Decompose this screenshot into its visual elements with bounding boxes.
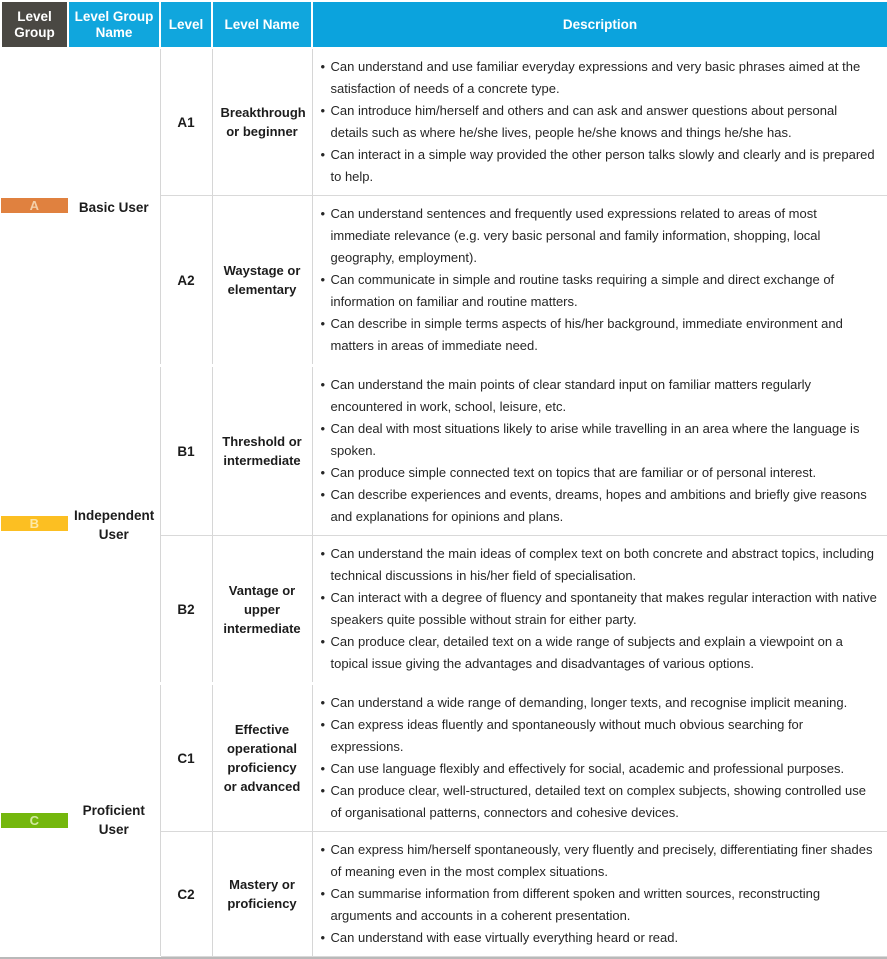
- description-bullet: Can express him/herself spontaneously, v…: [321, 839, 878, 883]
- header-level-group-name: Level Group Name: [67, 0, 161, 49]
- level-code-c2: C2: [160, 831, 213, 957]
- description-bullet: Can understand the main points of clear …: [321, 374, 878, 418]
- header-level-name: Level Name: [211, 0, 313, 49]
- description-b1: Can understand the main points of clear …: [312, 365, 887, 536]
- level-name-b2: Vantage or upper intermediate: [212, 535, 313, 685]
- description-b2: Can understand the main ideas of complex…: [312, 535, 887, 685]
- description-bullet: Can understand sentences and frequently …: [321, 203, 878, 269]
- level-code-b1: B1: [160, 365, 213, 536]
- description-list: Can understand and use familiar everyday…: [321, 56, 878, 188]
- table-row: ABasic UserA1Breakthrough or beginnerCan…: [1, 48, 887, 366]
- description-bullet: Can produce clear, detailed text on a wi…: [321, 631, 878, 675]
- level-code-a1: A1: [160, 48, 213, 196]
- description-bullet: Can communicate in simple and routine ta…: [321, 269, 878, 313]
- description-bullet: Can understand and use familiar everyday…: [321, 56, 878, 100]
- table-header: Level Group Level Group Name Level Level…: [0, 0, 887, 49]
- description-bullet: Can produce clear, well-structured, deta…: [321, 780, 878, 824]
- header-level: Level: [159, 0, 213, 49]
- description-a1: Can understand and use familiar everyday…: [312, 48, 887, 196]
- header-level-group: Level Group: [0, 0, 69, 49]
- description-bullet: Can describe in simple terms aspects of …: [321, 313, 878, 357]
- description-bullet: Can understand with ease virtually every…: [321, 927, 878, 949]
- level-group-cell-a: A: [1, 48, 68, 366]
- description-bullet: Can interact with a degree of fluency an…: [321, 587, 878, 631]
- level-group-code-c: C: [1, 812, 68, 828]
- description-bullet: Can describe experiences and events, dre…: [321, 484, 878, 528]
- description-c1: Can understand a wide range of demanding…: [312, 683, 887, 832]
- level-name-a2: Waystage or elementary: [212, 195, 313, 367]
- description-bullet: Can introduce him/herself and others and…: [321, 100, 878, 144]
- header-description: Description: [311, 0, 887, 49]
- description-bullet: Can understand the main ideas of complex…: [321, 543, 878, 587]
- description-list: Can understand the main points of clear …: [321, 374, 878, 528]
- header-row: Level Group Level Group Name Level Level…: [0, 0, 887, 49]
- level-name-c2: Mastery or proficiency: [212, 831, 313, 957]
- description-list: Can understand sentences and frequently …: [321, 203, 878, 357]
- level-group-cell-c: C: [1, 683, 68, 957]
- description-a2: Can understand sentences and frequently …: [312, 195, 887, 367]
- level-group-name-c: Proficient User: [68, 683, 161, 957]
- level-name-c1: Effective operational proficiency or adv…: [212, 683, 313, 832]
- level-group-name-a: Basic User: [68, 48, 161, 366]
- table-body: ABasic UserA1Breakthrough or beginnerCan…: [1, 48, 887, 957]
- description-list: Can understand the main ideas of complex…: [321, 543, 878, 675]
- level-code-b2: B2: [160, 535, 213, 685]
- description-bullet: Can interact in a simple way provided th…: [321, 144, 878, 188]
- description-bullet: Can use language flexibly and effectivel…: [321, 758, 878, 780]
- description-bullet: Can deal with most situations likely to …: [321, 418, 878, 462]
- level-group-cell-b: B: [1, 365, 68, 684]
- level-group-name-b: Independent User: [68, 365, 161, 684]
- table-row: C Proficient User C1 Effective operational …: [1, 683, 887, 957]
- description-list: Can understand a wide range of demanding…: [321, 692, 878, 824]
- level-code-a2: A2: [160, 195, 213, 367]
- level-code-c1: C1: [160, 683, 213, 832]
- description-bullet: Can summarise information from different…: [321, 883, 878, 927]
- level-name-a1: Breakthrough or beginner: [212, 48, 313, 196]
- description-list: Can express him/herself spontaneously, v…: [321, 839, 878, 949]
- description-bullet: Can produce simple connected text on top…: [321, 462, 878, 484]
- description-bullet: Can express ideas fluently and spontaneo…: [321, 714, 878, 758]
- description-bullet: Can understand a wide range of demanding…: [321, 692, 878, 714]
- level-group-code-b: B: [1, 515, 68, 534]
- level-name-b1: Threshold or intermediate: [212, 365, 313, 536]
- description-c2: Can express him/herself spontaneously, v…: [312, 831, 887, 957]
- level-group-code-a: A: [1, 198, 68, 217]
- cefr-levels-table: Level Group Level Group Name Level Level…: [0, 0, 887, 957]
- table-row: B Independent User B1 Threshold or intermed…: [1, 365, 887, 684]
